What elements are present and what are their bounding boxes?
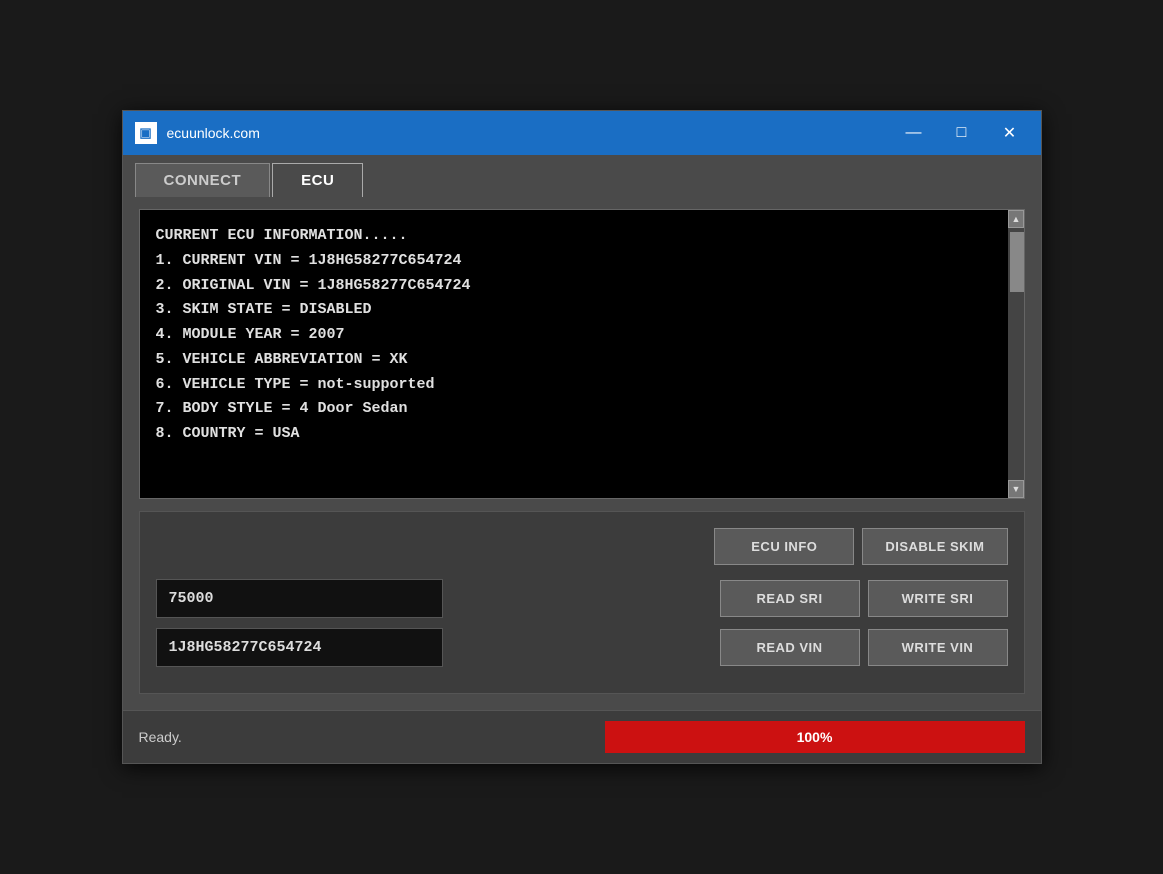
info-line-3: 3. SKIM STATE = DISABLED [156, 298, 992, 323]
titlebar-title: ecuunlock.com [167, 125, 260, 141]
ecu-info-display: CURRENT ECU INFORMATION..... 1. CURRENT … [139, 209, 1025, 499]
tab-ecu[interactable]: ECU [272, 163, 363, 197]
scroll-up-arrow[interactable]: ▲ [1008, 210, 1024, 228]
titlebar-controls: — □ ✕ [891, 118, 1033, 148]
sri-input[interactable] [156, 579, 443, 618]
info-line-2: 2. ORIGINAL VIN = 1J8HG58277C654724 [156, 274, 992, 299]
titlebar-left: ▣ ecuunlock.com [135, 122, 260, 144]
write-sri-button[interactable]: WRITE SRI [868, 580, 1008, 617]
close-button[interactable]: ✕ [987, 118, 1033, 148]
bottom-panel: ECU INFO DISABLE SKIM READ SRI WRITE SRI… [139, 511, 1025, 694]
tab-connect[interactable]: CONNECT [135, 163, 271, 197]
maximize-button[interactable]: □ [939, 118, 985, 148]
info-line-5: 5. VEHICLE ABBREVIATION = XK [156, 348, 992, 373]
vin-input[interactable] [156, 628, 443, 667]
sri-row: READ SRI WRITE SRI [156, 579, 1008, 618]
info-line-6: 6. VEHICLE TYPE = not-supported [156, 373, 992, 398]
status-bar: Ready. 100% [123, 710, 1041, 763]
scroll-track [1009, 228, 1024, 480]
vin-row: READ VIN WRITE VIN [156, 628, 1008, 667]
write-vin-button[interactable]: WRITE VIN [868, 629, 1008, 666]
ecu-info-text: CURRENT ECU INFORMATION..... 1. CURRENT … [140, 210, 1008, 498]
info-line-1: 1. CURRENT VIN = 1J8HG58277C654724 [156, 249, 992, 274]
scroll-thumb[interactable] [1010, 232, 1024, 292]
titlebar: ▣ ecuunlock.com — □ ✕ [123, 111, 1041, 155]
read-vin-button[interactable]: READ VIN [720, 629, 860, 666]
progress-bar: 100% [605, 721, 1025, 753]
disable-skim-button[interactable]: DISABLE SKIM [862, 528, 1007, 565]
minimize-button[interactable]: — [891, 118, 937, 148]
info-line-0: CURRENT ECU INFORMATION..... [156, 224, 992, 249]
scroll-down-arrow[interactable]: ▼ [1008, 480, 1024, 498]
tab-bar: CONNECT ECU [123, 155, 1041, 197]
main-content: CURRENT ECU INFORMATION..... 1. CURRENT … [123, 197, 1041, 710]
main-window: ▣ ecuunlock.com — □ ✕ CONNECT ECU CURREN… [122, 110, 1042, 764]
read-sri-button[interactable]: READ SRI [720, 580, 860, 617]
status-text: Ready. [139, 729, 182, 745]
info-line-8: 8. COUNTRY = USA [156, 422, 992, 447]
info-line-4: 4. MODULE YEAR = 2007 [156, 323, 992, 348]
scrollbar[interactable]: ▲ ▼ [1008, 210, 1024, 498]
app-icon: ▣ [135, 122, 157, 144]
info-line-7: 7. BODY STYLE = 4 Door Sedan [156, 397, 992, 422]
ecu-info-button[interactable]: ECU INFO [714, 528, 854, 565]
top-button-row: ECU INFO DISABLE SKIM [156, 528, 1008, 565]
